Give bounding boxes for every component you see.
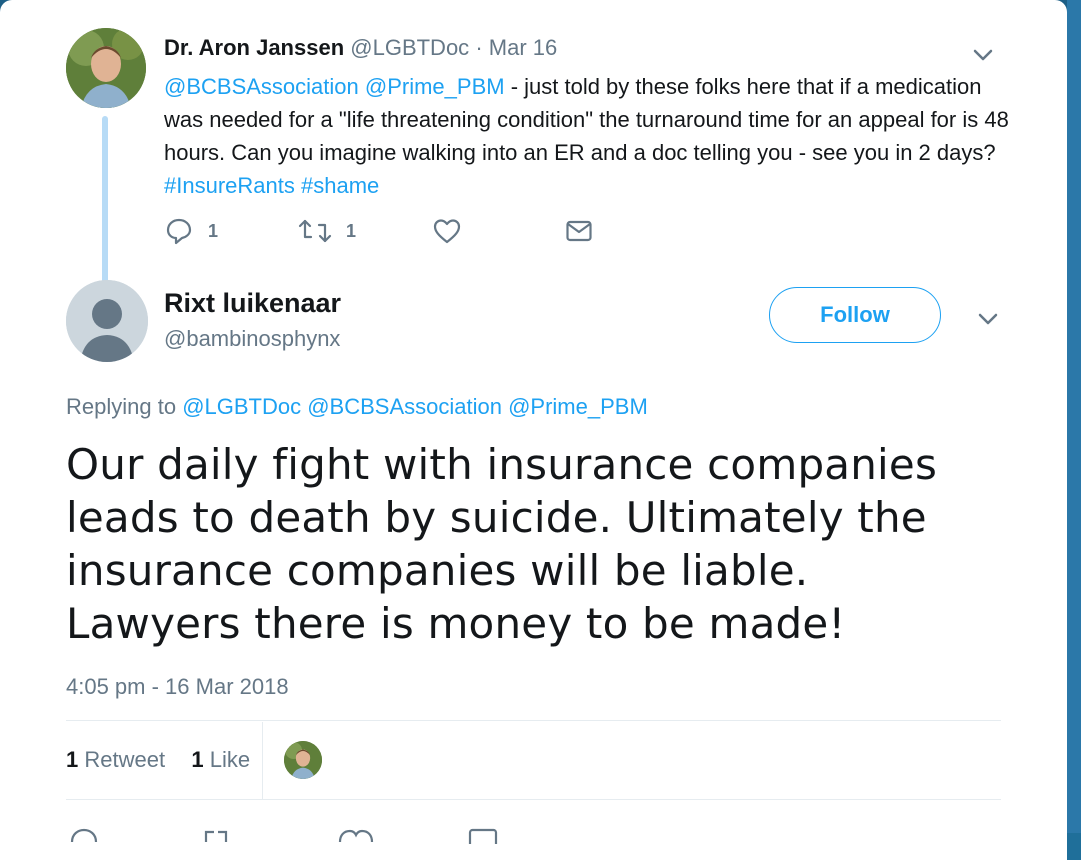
author-avatar[interactable] — [66, 28, 146, 108]
author-handle[interactable]: @LGBTDoc — [350, 35, 469, 60]
thread-connector — [102, 116, 108, 296]
retweet-button[interactable]: 1 — [298, 214, 356, 248]
replying-to: Replying to @LGBTDoc @BCBSAssociation @P… — [66, 392, 648, 422]
author-name[interactable]: Dr. Aron Janssen — [164, 35, 344, 60]
likes-stat[interactable]: 1 Like — [191, 747, 250, 772]
header-separator: · — [475, 35, 483, 60]
tweet-timestamp[interactable]: 4:05 pm - 16 Mar 2018 — [66, 672, 289, 702]
divider — [66, 720, 1001, 721]
retweets-stat[interactable]: 1 Retweet — [66, 747, 165, 772]
hashtag-link[interactable]: #shame — [301, 173, 379, 198]
like-button[interactable] — [432, 214, 462, 248]
tweet-actions-partial — [66, 824, 526, 850]
tweet-text: Our daily fight with insurance companies… — [66, 440, 938, 648]
background-scroll-area — [1067, 0, 1081, 833]
avatar-photo — [284, 741, 322, 779]
hashtag-link[interactable]: #InsureRants — [164, 173, 295, 198]
replying-prefix: Replying to — [66, 394, 183, 419]
liker-avatar[interactable] — [284, 741, 322, 779]
tweet-date[interactable]: Mar 16 — [489, 35, 557, 60]
retweet-count: 1 — [346, 220, 357, 241]
chevron-down-icon[interactable] — [970, 42, 996, 68]
likes-label: Like — [209, 747, 251, 772]
direct-message-button[interactable] — [564, 214, 594, 248]
partial-action-icons — [70, 828, 498, 850]
retweets-label: Retweet — [84, 747, 166, 772]
reply-button[interactable]: 1 — [164, 214, 218, 248]
retweets-count: 1 — [66, 747, 79, 772]
parent-tweet[interactable]: Dr. Aron Janssen @LGBTDoc · Mar 16 @BCBS… — [66, 28, 1016, 296]
reply-count: 1 — [208, 220, 219, 241]
chevron-down-icon[interactable] — [975, 306, 1001, 332]
author-name[interactable]: Rixt luikenaar — [164, 286, 341, 320]
tweet-actions: 1 1 — [164, 214, 644, 248]
parent-tweet-text: @BCBSAssociation @Prime_PBM - just told … — [164, 70, 1014, 202]
mention-link[interactable]: @Prime_PBM — [365, 74, 505, 99]
avatar-photo — [66, 28, 146, 108]
likes-count: 1 — [191, 747, 204, 772]
default-profile-icon — [66, 280, 148, 362]
heart-icon — [433, 219, 461, 244]
author-avatar[interactable] — [66, 280, 148, 362]
reply-icon — [166, 218, 192, 245]
replying-mentions[interactable]: @LGBTDoc @BCBSAssociation @Prime_PBM — [182, 394, 648, 419]
follow-button[interactable]: Follow — [769, 287, 941, 343]
envelope-icon — [566, 220, 592, 242]
author-handle[interactable]: @bambinosphynx — [164, 324, 340, 354]
stats-separator — [262, 722, 263, 800]
tweet-stats: 1 Retweet 1 Like — [66, 743, 250, 777]
retweet-icon — [298, 219, 332, 243]
divider — [66, 799, 1001, 800]
tweet-modal: Dr. Aron Janssen @LGBTDoc · Mar 16 @BCBS… — [0, 0, 1067, 860]
mention-link[interactable]: @BCBSAssociation — [164, 74, 359, 99]
main-tweet: Rixt luikenaar @bambinosphynx Follow Rep… — [66, 280, 1001, 850]
parent-tweet-header: Dr. Aron Janssen @LGBTDoc · Mar 16 — [164, 34, 984, 62]
